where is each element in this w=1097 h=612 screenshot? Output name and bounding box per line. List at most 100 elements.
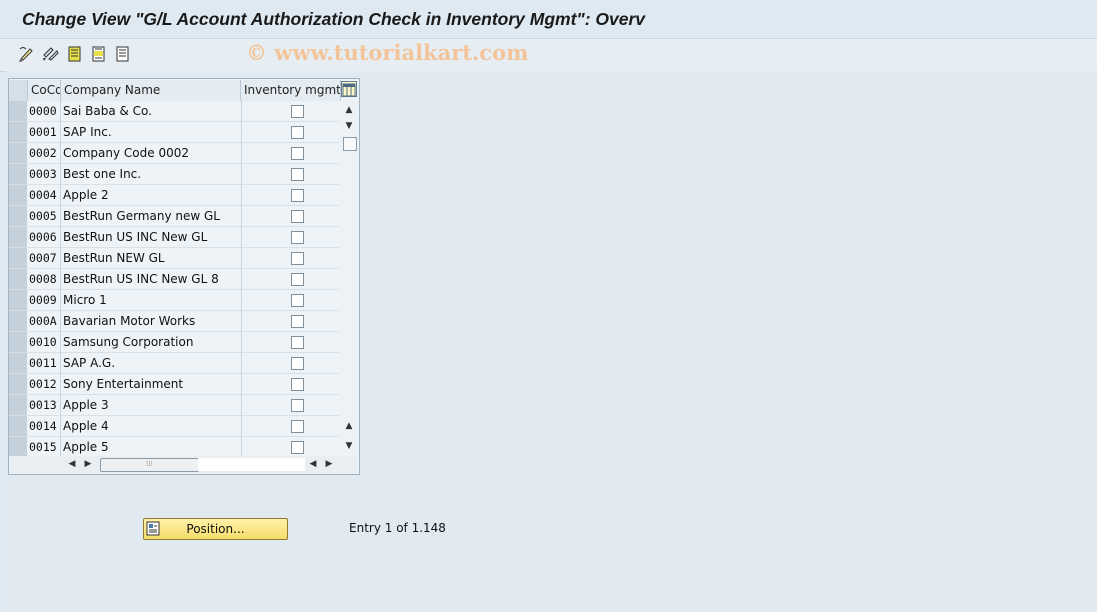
inventory-mgmt-cell [241,353,339,374]
company-code-cell: 0009 [27,290,60,311]
scroll-thumb[interactable] [343,137,357,151]
inventory-mgmt-checkbox[interactable] [291,231,304,244]
scroll-right-icon[interactable]: ▶ [81,457,95,471]
scroll-page-up-icon[interactable]: ▲ [341,419,357,433]
table-row[interactable]: 0003 Best one Inc. [9,164,341,185]
scroll-right-end-icon[interactable]: ▶ [322,457,336,471]
table-row[interactable]: 0015 Apple 5 [9,437,341,458]
vertical-scrollbar[interactable]: ▲ ▼ ▲ ▼ [341,101,357,456]
company-code-cell: 0001 [27,122,60,143]
inventory-mgmt-cell [241,437,339,458]
inventory-mgmt-checkbox[interactable] [291,168,304,181]
table-row[interactable]: 0009 Micro 1 [9,290,341,311]
table-row[interactable]: 0014 Apple 4 [9,416,341,437]
row-selector[interactable] [9,122,28,143]
table-settings-icon[interactable] [341,81,357,97]
company-code-cell: 0003 [27,164,60,185]
company-name-cell: Apple 5 [60,437,243,458]
inventory-mgmt-checkbox[interactable] [291,357,304,370]
inventory-mgmt-cell [241,416,339,437]
table-row[interactable]: 0013 Apple 3 [9,395,341,416]
company-name-cell: BestRun NEW GL [60,248,243,269]
display-change-icon[interactable] [18,45,36,63]
row-selector[interactable] [9,353,28,374]
row-selector[interactable] [9,269,28,290]
inventory-mgmt-cell [241,122,339,143]
scroll-left-end-icon[interactable]: ◀ [306,457,320,471]
inventory-mgmt-checkbox[interactable] [291,210,304,223]
row-selector[interactable] [9,164,28,185]
position-button[interactable]: Position... [143,518,288,540]
inventory-mgmt-cell [241,395,339,416]
inventory-mgmt-checkbox[interactable] [291,336,304,349]
table-row[interactable]: 0002 Company Code 0002 [9,143,341,164]
table-row[interactable]: 0011 SAP A.G. [9,353,341,374]
column-header-cocd[interactable]: CoCd [28,80,61,101]
inventory-mgmt-checkbox[interactable] [291,420,304,433]
horizontal-scroll-thumb[interactable]: ⁞⁞⁞ [100,458,199,472]
table-row[interactable]: 0010 Samsung Corporation [9,332,341,353]
row-selector[interactable] [9,143,28,164]
deselect-all-icon[interactable] [114,45,132,63]
inventory-mgmt-checkbox[interactable] [291,273,304,286]
scroll-page-down-icon[interactable]: ▼ [341,119,357,133]
page-title: Change View "G/L Account Authorization C… [22,9,646,29]
inventory-mgmt-checkbox[interactable] [291,378,304,391]
row-selector[interactable] [9,332,28,353]
inventory-mgmt-checkbox[interactable] [291,294,304,307]
table-row[interactable]: 0006 BestRun US INC New GL [9,227,341,248]
company-code-cell: 0000 [27,101,60,122]
company-name-cell: BestRun US INC New GL 8 [60,269,243,290]
table-row[interactable]: 0012 Sony Entertainment [9,374,341,395]
column-header-inventory-mgmt[interactable]: Inventory mgmt [241,80,341,101]
company-code-cell: 0006 [27,227,60,248]
company-name-cell: Bavarian Motor Works [60,311,243,332]
inventory-mgmt-cell [241,101,339,122]
table-row[interactable]: 0001 SAP Inc. [9,122,341,143]
row-selector[interactable] [9,101,28,122]
other-view-icon[interactable] [42,45,60,63]
title-bar: Change View "G/L Account Authorization C… [0,0,1097,38]
inventory-mgmt-checkbox[interactable] [291,189,304,202]
row-selector[interactable] [9,311,28,332]
inventory-mgmt-checkbox[interactable] [291,126,304,139]
inventory-mgmt-checkbox[interactable] [291,105,304,118]
select-block-icon[interactable] [90,45,108,63]
row-selector[interactable] [9,437,28,458]
inventory-mgmt-checkbox[interactable] [291,315,304,328]
company-code-cell: 0014 [27,416,60,437]
scroll-up-icon[interactable]: ▲ [341,103,357,117]
table-row[interactable]: 0008 BestRun US INC New GL 8 [9,269,341,290]
scroll-down-icon[interactable]: ▼ [341,439,357,453]
inventory-mgmt-checkbox[interactable] [291,147,304,160]
table-row[interactable]: 0004 Apple 2 [9,185,341,206]
table-row[interactable]: 0000 Sai Baba & Co. [9,101,341,122]
inventory-mgmt-checkbox[interactable] [291,399,304,412]
company-name-cell: SAP A.G. [60,353,243,374]
company-code-cell: 0007 [27,248,60,269]
company-code-cell: 0010 [27,332,60,353]
row-selector[interactable] [9,416,28,437]
inventory-mgmt-cell [241,290,339,311]
company-name-cell: BestRun US INC New GL [60,227,243,248]
company-name-cell: Apple 4 [60,416,243,437]
company-name-cell: BestRun Germany new GL [60,206,243,227]
row-selector[interactable] [9,395,28,416]
row-selector[interactable] [9,290,28,311]
table-row[interactable]: 000A Bavarian Motor Works [9,311,341,332]
row-selector[interactable] [9,206,28,227]
inventory-mgmt-checkbox[interactable] [291,252,304,265]
inventory-mgmt-checkbox[interactable] [291,441,304,454]
row-selector[interactable] [9,248,28,269]
row-selector[interactable] [9,185,28,206]
table-row[interactable]: 0007 BestRun NEW GL [9,248,341,269]
company-name-cell: Apple 3 [60,395,243,416]
select-all-rows-corner[interactable] [9,80,28,101]
horizontal-scrollbar[interactable]: ◀ ▶ ⁞⁞⁞ ◀ ▶ [9,456,357,473]
scroll-left-icon[interactable]: ◀ [65,457,79,471]
select-all-icon[interactable] [66,45,84,63]
row-selector[interactable] [9,374,28,395]
table-row[interactable]: 0005 BestRun Germany new GL [9,206,341,227]
row-selector[interactable] [9,227,28,248]
column-header-company-name[interactable]: Company Name [61,80,241,101]
